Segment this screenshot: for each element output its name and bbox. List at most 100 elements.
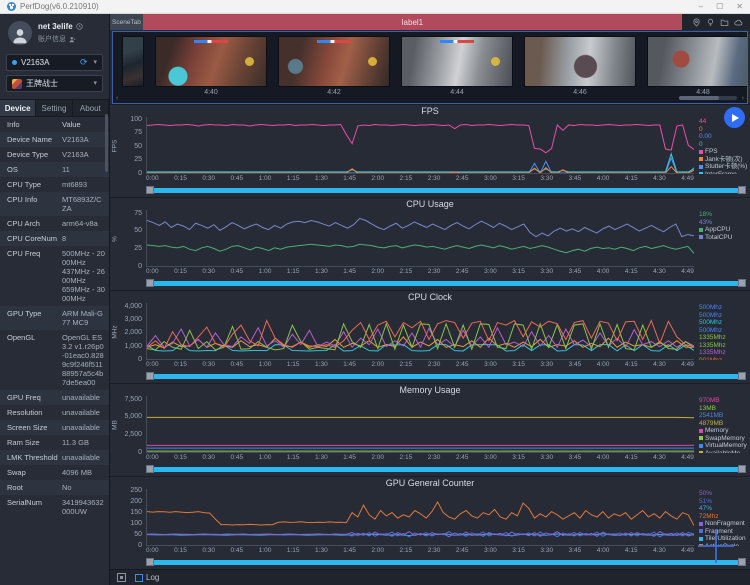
slider-handle-right[interactable] bbox=[738, 186, 746, 194]
slider-track[interactable] bbox=[153, 560, 739, 565]
x-tick: 1:45 bbox=[343, 268, 356, 276]
legend-item[interactable]: TilerUtilization bbox=[699, 535, 749, 543]
chart-plot[interactable] bbox=[146, 396, 694, 453]
screenshot-thumb[interactable]: 4:46 bbox=[524, 36, 636, 103]
x-tick: 2:45 bbox=[456, 175, 469, 183]
expand-log-icon[interactable] bbox=[117, 573, 126, 582]
maximize-button[interactable]: ☐ bbox=[716, 0, 723, 14]
sidebar-tab-setting[interactable]: Setting bbox=[36, 100, 72, 116]
titlebar: PerfDog(v6.0.210910) – ☐ ✕ bbox=[0, 0, 750, 14]
y-tick: 25 bbox=[134, 245, 142, 252]
x-tick: 1:30 bbox=[315, 454, 328, 462]
table-row: CPU Typemt6893 bbox=[0, 177, 109, 192]
x-tick: 3:15 bbox=[512, 361, 525, 369]
device-select[interactable]: V2163A ⟳ ▾ bbox=[6, 54, 103, 71]
scene-tab[interactable]: SceneTab bbox=[110, 14, 143, 30]
bulb-icon[interactable] bbox=[706, 18, 715, 27]
slider-track[interactable] bbox=[153, 467, 739, 472]
legend-item[interactable]: TotalCPU bbox=[699, 234, 749, 242]
screenshot-thumb[interactable]: 4:44 bbox=[401, 36, 513, 103]
screenshot-thumb[interactable]: 4:48 bbox=[647, 36, 748, 103]
legend-current-value: 1335Mhz bbox=[699, 349, 749, 357]
history-clock-icon bbox=[76, 23, 83, 30]
legend-current-value: 500Mhz bbox=[699, 304, 749, 312]
time-range-slider[interactable] bbox=[146, 279, 746, 288]
slider-handle-left[interactable] bbox=[146, 465, 154, 473]
strip-scroll-left-arrow[interactable]: ‹ bbox=[116, 95, 118, 102]
play-button[interactable] bbox=[724, 107, 745, 128]
legend-item[interactable]: Memory bbox=[699, 427, 749, 435]
slider-handle-right[interactable] bbox=[738, 465, 746, 473]
sidebar-tab-device[interactable]: Device bbox=[0, 100, 36, 116]
screenshot-thumb-partial[interactable] bbox=[122, 36, 144, 103]
slider-handle-left[interactable] bbox=[146, 279, 154, 287]
slider-handle-right[interactable] bbox=[738, 558, 746, 566]
legend-item[interactable]: Stutter卡顿(%) bbox=[699, 163, 749, 171]
chart-plot[interactable] bbox=[146, 210, 694, 267]
x-tick: 2:45 bbox=[456, 454, 469, 462]
slider-track[interactable] bbox=[153, 281, 739, 286]
sidebar-scrollbar[interactable] bbox=[105, 114, 108, 172]
legend-item[interactable]: FPS bbox=[699, 148, 749, 156]
legend-label: FPS bbox=[705, 148, 718, 156]
legend-item[interactable]: VirtualMemory bbox=[699, 442, 749, 450]
x-axis-ticks: 0:000:150:300:451:001:151:301:452:002:15… bbox=[110, 546, 750, 555]
time-range-slider[interactable] bbox=[146, 465, 746, 474]
legend-item[interactable]: AvailableMe... bbox=[699, 450, 749, 454]
legend-label: Jank卡顿(次) bbox=[705, 156, 743, 164]
legend-item[interactable]: Jank卡顿(次) bbox=[699, 156, 749, 164]
legend-item[interactable]: SwapMemory bbox=[699, 435, 749, 443]
chart-legend: 18%43%AppCPUTotalCPU bbox=[694, 210, 750, 267]
time-range-slider[interactable] bbox=[146, 372, 746, 381]
x-tick: 0:30 bbox=[202, 547, 215, 555]
info-key: CPU Type bbox=[0, 177, 60, 192]
time-range-slider[interactable] bbox=[146, 558, 746, 567]
chart-plot[interactable] bbox=[146, 489, 694, 546]
x-axis-ticks: 0:000:150:300:451:001:151:301:452:002:15… bbox=[110, 453, 750, 462]
legend-swatch bbox=[699, 529, 703, 533]
time-range-slider[interactable] bbox=[146, 186, 746, 195]
slider-handle-right[interactable] bbox=[738, 372, 746, 380]
account-area[interactable]: net 3elife 账户信息 bbox=[0, 14, 109, 50]
slider-handle-left[interactable] bbox=[146, 558, 154, 566]
log-checkbox[interactable]: Log bbox=[135, 573, 159, 582]
slider-track[interactable] bbox=[153, 188, 739, 193]
x-tick: 3:30 bbox=[540, 268, 553, 276]
x-tick: 4:00 bbox=[597, 175, 610, 183]
sync-icon: ⟳ bbox=[80, 58, 88, 67]
x-tick: 4:49 bbox=[681, 175, 694, 183]
slider-handle-left[interactable] bbox=[146, 186, 154, 194]
chart-slider-row bbox=[110, 369, 750, 383]
cloud-icon[interactable] bbox=[734, 18, 743, 27]
screenshot-thumb[interactable]: 4:42 bbox=[278, 36, 390, 103]
minimize-button[interactable]: – bbox=[699, 0, 703, 14]
chart-plot[interactable] bbox=[146, 303, 694, 360]
device-select-value: V2163A bbox=[21, 58, 49, 67]
close-button[interactable]: ✕ bbox=[736, 0, 743, 14]
x-tick: 2:45 bbox=[456, 268, 469, 276]
legend-swatch bbox=[699, 544, 703, 546]
chart-plot[interactable] bbox=[146, 117, 694, 174]
legend-label: ActiveCycle bbox=[705, 543, 739, 547]
slider-track[interactable] bbox=[153, 374, 739, 379]
strip-scroll-right-arrow[interactable]: › bbox=[742, 95, 744, 102]
legend-item[interactable]: NonFragment bbox=[699, 520, 749, 528]
screenshot-thumb[interactable]: 4:40 bbox=[155, 36, 267, 103]
legend-item[interactable]: InterFrame bbox=[699, 171, 749, 175]
app-select[interactable]: 王牌战士 ▾ bbox=[6, 75, 103, 92]
strip-scrollbar[interactable] bbox=[679, 96, 737, 100]
label-bar[interactable]: label1 bbox=[143, 14, 682, 30]
slider-handle-right[interactable] bbox=[738, 279, 746, 287]
location-icon[interactable] bbox=[692, 18, 701, 27]
chevron-down-icon: ▾ bbox=[93, 59, 97, 66]
legend-item[interactable]: ActiveCycle bbox=[699, 543, 749, 547]
sidebar-tab-about[interactable]: About bbox=[73, 100, 109, 116]
x-tick: 2:45 bbox=[456, 361, 469, 369]
legend-item[interactable]: Fragment bbox=[699, 528, 749, 536]
folder-icon[interactable] bbox=[720, 18, 729, 27]
info-value: 500MHz - 2000MHz 437MHz - 2600MHz 659MHz… bbox=[60, 246, 109, 306]
user-name: net 3elife bbox=[38, 22, 73, 31]
table-row: RootNo bbox=[0, 480, 109, 495]
slider-handle-left[interactable] bbox=[146, 372, 154, 380]
legend-item[interactable]: AppCPU bbox=[699, 226, 749, 234]
